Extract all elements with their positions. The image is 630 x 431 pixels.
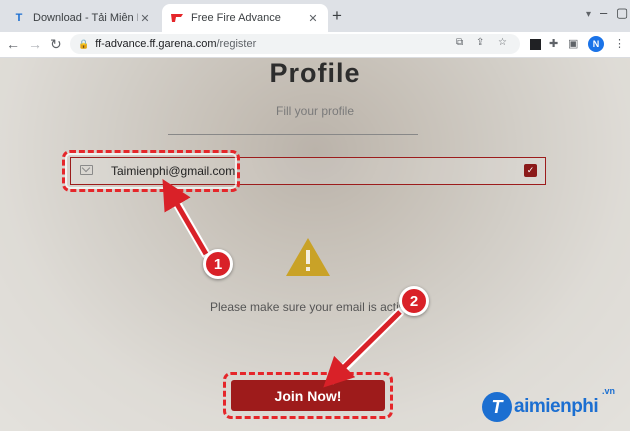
step-badge-2: 2: [399, 286, 429, 316]
tab-free-fire[interactable]: Free Fire Advance ✕: [162, 4, 328, 32]
page-content: Profile Fill your profile Taimienphi@gma…: [0, 58, 630, 431]
url-path: /register: [216, 38, 257, 50]
annotation-arrows: [162, 179, 405, 388]
menu-kebab-icon[interactable]: ⋮: [614, 37, 625, 51]
tab-download[interactable]: T Download - Tải Miễn Phí VN - Ph ✕: [4, 4, 160, 32]
arrow-to-join-inner: [323, 310, 402, 388]
forward-icon[interactable]: →: [28, 36, 42, 52]
tab-title: Free Fire Advance: [191, 12, 281, 24]
tab-bar: T Download - Tải Miễn Phí VN - Ph ✕ Free…: [0, 0, 630, 32]
watermark-name: aimienphi: [514, 396, 599, 417]
side-panel-icon[interactable]: ▣: [568, 37, 578, 51]
new-tab-button[interactable]: +: [332, 7, 342, 24]
share-icon[interactable]: ⇪: [476, 37, 484, 48]
extension-icon[interactable]: [530, 39, 541, 50]
avatar[interactable]: N: [588, 36, 604, 52]
back-icon[interactable]: ←: [6, 36, 20, 52]
browser-toolbar: ← → ↻ 🔒 ff-advance.ff.garena.com/registe…: [0, 32, 630, 58]
translate-icon[interactable]: ⧉: [456, 37, 463, 48]
puzzle-extensions-icon[interactable]: ✚: [549, 37, 558, 51]
close-icon[interactable]: ✕: [306, 12, 320, 25]
tab-title: Download - Tải Miễn Phí VN - Ph: [33, 12, 138, 24]
step-badge-1: 1: [203, 249, 233, 279]
watermark-logo: T: [482, 392, 512, 422]
reload-icon[interactable]: ↻: [50, 36, 62, 52]
lock-icon[interactable]: 🔒: [78, 39, 89, 50]
taimienphi-favicon-icon: T: [15, 12, 23, 24]
free-fire-favicon-icon: [170, 11, 184, 25]
address-bar[interactable]: 🔒 ff-advance.ff.garena.com/register ⧉ ⇪ …: [70, 34, 520, 54]
bookmark-star-icon[interactable]: ☆: [498, 37, 507, 48]
watermark-suffix: .vn: [602, 386, 616, 396]
close-icon[interactable]: ✕: [138, 12, 152, 25]
watermark: T aimienphi .vn: [482, 386, 622, 426]
arrow-to-email-inner: [162, 179, 209, 256]
maximize-icon[interactable]: ▢: [616, 5, 628, 21]
tab-search-icon[interactable]: ▾: [586, 9, 591, 20]
url-host: ff-advance.ff.garena.com: [95, 38, 217, 50]
minimize-icon[interactable]: –: [600, 5, 607, 20]
